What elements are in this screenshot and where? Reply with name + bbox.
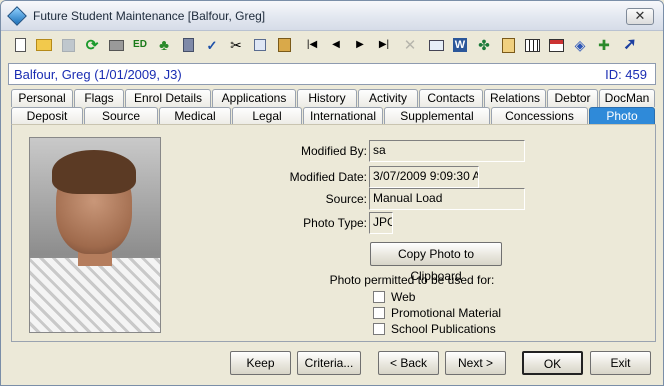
source-field[interactable]: Manual Load bbox=[369, 188, 525, 210]
family-icon[interactable]: ✤ bbox=[473, 34, 495, 56]
use-publications-checkbox[interactable] bbox=[373, 323, 385, 335]
photo-tab-panel: Modified By: sa Modified Date: 3/07/2009… bbox=[11, 124, 656, 342]
exit-button-label: Exit bbox=[610, 356, 631, 370]
main-window: Future Student Maintenance [Balfour, Gre… bbox=[0, 0, 664, 386]
photo-hair bbox=[52, 150, 136, 194]
modified-by-field[interactable]: sa bbox=[369, 140, 525, 162]
student-id: ID: 459 bbox=[605, 67, 647, 82]
tab-applications[interactable]: Applications bbox=[212, 89, 296, 107]
modified-by-label: Modified By: bbox=[300, 144, 367, 158]
ok-button[interactable]: OK bbox=[522, 351, 583, 375]
bottom-button-bar: Keep Criteria... < Back Next > OK Exit bbox=[1, 347, 663, 385]
tab-activity[interactable]: Activity bbox=[358, 89, 418, 107]
window-title: Future Student Maintenance [Balfour, Gre… bbox=[33, 9, 266, 23]
next-button-label: Next > bbox=[457, 356, 493, 370]
tab-docman[interactable]: DocMan bbox=[599, 89, 655, 107]
calculator-icon[interactable] bbox=[177, 34, 199, 56]
first-record-icon[interactable]: |◀ bbox=[301, 34, 323, 56]
refresh-icon[interactable]: ⟳ bbox=[81, 34, 103, 56]
permitted-heading: Photo permitted to be used for: bbox=[329, 273, 495, 287]
photo-shirt bbox=[30, 258, 160, 332]
keep-button-label: Keep bbox=[246, 356, 275, 370]
exit-button[interactable]: Exit bbox=[590, 351, 651, 375]
keep-button[interactable]: Keep bbox=[230, 351, 291, 375]
tab-flags[interactable]: Flags bbox=[74, 89, 124, 107]
open-folder-icon[interactable] bbox=[33, 34, 55, 56]
print-icon[interactable] bbox=[105, 34, 127, 56]
tag-icon[interactable]: ◈ bbox=[569, 34, 591, 56]
tab-contacts[interactable]: Contacts bbox=[419, 89, 483, 107]
save-icon[interactable] bbox=[57, 34, 79, 56]
spellcheck-icon[interactable]: ✓ bbox=[201, 34, 223, 56]
last-record-icon[interactable]: ▶| bbox=[373, 34, 395, 56]
source-label: Source: bbox=[325, 192, 367, 206]
tab-history[interactable]: History bbox=[297, 89, 357, 107]
schedule-icon[interactable] bbox=[545, 34, 567, 56]
title-bar: Future Student Maintenance [Balfour, Gre… bbox=[1, 1, 663, 31]
use-web-label: Web bbox=[391, 290, 416, 304]
ok-button-label: OK bbox=[543, 357, 562, 371]
use-publications-label: School Publications bbox=[391, 322, 496, 336]
photo-type-label: Photo Type: bbox=[303, 216, 367, 230]
edit-icon-label: ED bbox=[133, 39, 147, 50]
tab-relations[interactable]: Relations bbox=[484, 89, 546, 107]
tab-debtor[interactable]: Debtor bbox=[547, 89, 598, 107]
tab-source[interactable]: Source bbox=[84, 107, 158, 125]
tree-icon[interactable]: ♣ bbox=[153, 34, 175, 56]
next-record-icon[interactable]: ▶ bbox=[349, 34, 371, 56]
paste-icon[interactable] bbox=[273, 34, 295, 56]
photo-type-field[interactable]: JPG bbox=[369, 212, 393, 234]
app-icon bbox=[7, 6, 27, 26]
back-button-label: < Back bbox=[389, 356, 428, 370]
tab-personal[interactable]: Personal bbox=[11, 89, 73, 107]
close-button[interactable]: ✕ bbox=[626, 8, 654, 25]
student-info-bar: Balfour, Greg (1/01/2009, J3) ID: 459 bbox=[8, 63, 656, 85]
tab-concessions[interactable]: Concessions bbox=[491, 107, 588, 125]
modified-date-field[interactable]: 3/07/2009 9:09:30 A bbox=[369, 166, 479, 188]
go-icon[interactable]: ➚ bbox=[619, 34, 641, 56]
copy-icon[interactable] bbox=[249, 34, 271, 56]
copy-photo-button[interactable]: Copy Photo to Clipboard bbox=[370, 242, 502, 283]
word-icon[interactable]: W bbox=[449, 34, 471, 56]
student-photo bbox=[29, 137, 161, 333]
use-promotional-checkbox[interactable] bbox=[373, 307, 385, 319]
previous-record-icon[interactable]: ◀ bbox=[325, 34, 347, 56]
tab-enrol-details[interactable]: Enrol Details bbox=[125, 89, 211, 107]
back-button[interactable]: < Back bbox=[378, 351, 439, 375]
toolbar: ⟳ ED ♣ ✓ ✂ |◀ ◀ ▶ ▶| ✕ W ✤ ◈ ✚ ➚ bbox=[5, 34, 659, 60]
tab-deposit[interactable]: Deposit bbox=[11, 107, 83, 125]
tab-supplemental[interactable]: Supplemental bbox=[384, 107, 490, 125]
new-doc-icon[interactable] bbox=[9, 34, 31, 56]
notes-icon[interactable]: ✚ bbox=[593, 34, 615, 56]
edit-icon[interactable]: ED bbox=[129, 34, 151, 56]
tab-international[interactable]: International bbox=[303, 107, 383, 125]
use-promotional-label: Promotional Material bbox=[391, 306, 502, 320]
cut-icon[interactable]: ✂ bbox=[225, 34, 247, 56]
use-web-checkbox[interactable] bbox=[373, 291, 385, 303]
tab-photo[interactable]: Photo bbox=[589, 107, 655, 125]
calendar-icon[interactable] bbox=[521, 34, 543, 56]
tab-legal[interactable]: Legal bbox=[232, 107, 302, 125]
student-name: Balfour, Greg (1/01/2009, J3) bbox=[14, 67, 182, 82]
next-button[interactable]: Next > bbox=[445, 351, 506, 375]
email-icon[interactable] bbox=[425, 34, 447, 56]
modified-date-label: Modified Date: bbox=[289, 170, 367, 184]
criteria-button[interactable]: Criteria... bbox=[297, 351, 361, 375]
clipboard-icon[interactable] bbox=[497, 34, 519, 56]
tab-medical[interactable]: Medical bbox=[159, 107, 231, 125]
criteria-button-label: Criteria... bbox=[304, 356, 354, 370]
delete-icon[interactable]: ✕ bbox=[399, 34, 421, 56]
